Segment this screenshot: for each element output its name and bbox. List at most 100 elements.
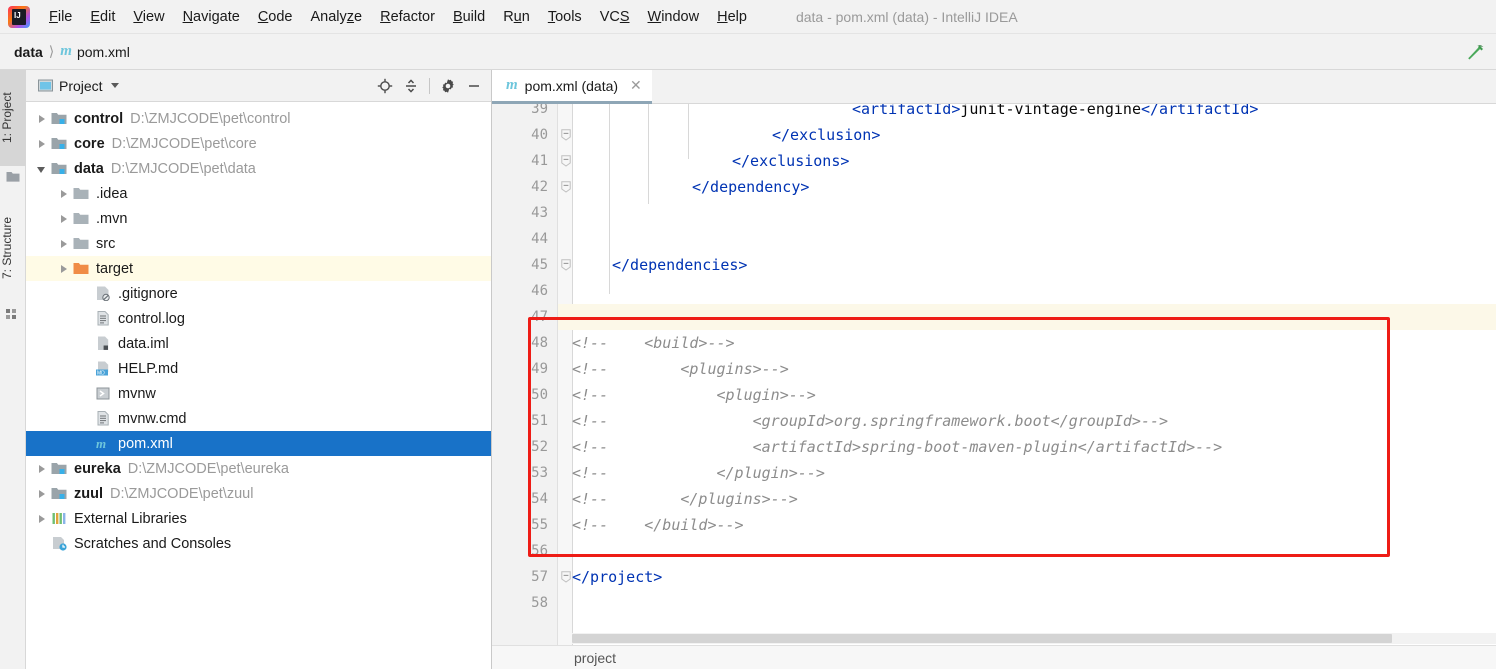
tree-item-external-libraries[interactable]: External Libraries — [26, 506, 491, 531]
code-line[interactable]: 51 <!-- <groupId>org.springframework.boot… — [492, 408, 1496, 434]
menu-item-tools[interactable]: Tools — [539, 6, 591, 28]
code-text: <!-- <plugins>--> — [572, 356, 789, 382]
horizontal-scrollbar-track[interactable] — [572, 633, 1496, 644]
code-token-comment: <!-- <artifactId>spring-boot-maven-plugi… — [572, 438, 1223, 456]
tree-item-scratches-and-consoles[interactable]: Scratches and Consoles — [26, 531, 491, 556]
fold-marker-icon[interactable] — [561, 181, 571, 193]
fold-marker-icon[interactable] — [561, 259, 571, 271]
tree-item-label: .mvn — [96, 210, 128, 227]
chevron-right-icon[interactable] — [36, 113, 48, 125]
minimize-icon[interactable] — [463, 75, 485, 97]
editor-breadcrumb-bar[interactable]: project — [492, 645, 1496, 669]
code-line[interactable]: 44 — [492, 226, 1496, 252]
code-text: </exclusion> — [772, 122, 880, 148]
close-icon[interactable]: ✕ — [630, 77, 642, 94]
menu-item-window[interactable]: Window — [639, 6, 709, 28]
tree-arrow-spacer — [80, 313, 92, 325]
menu-item-build[interactable]: Build — [444, 6, 494, 28]
code-line[interactable]: 53 <!-- </plugin>--> — [492, 460, 1496, 486]
chevron-right-icon[interactable] — [58, 263, 70, 275]
sidebar-item-project[interactable]: 1: Project — [0, 70, 26, 166]
code-line[interactable]: 41 </exclusions> — [492, 148, 1496, 174]
fold-marker-icon[interactable] — [561, 571, 571, 583]
structure-icon — [6, 309, 16, 319]
code-line[interactable]: 57 </project> — [492, 564, 1496, 590]
code-line[interactable]: 55 <!-- </build>--> — [492, 512, 1496, 538]
tree-item-label: target — [96, 260, 134, 277]
tree-item-control[interactable]: control D:\ZMJCODE\pet\control — [26, 106, 491, 131]
tree-item-src[interactable]: src — [26, 231, 491, 256]
fold-marker-icon[interactable] — [561, 155, 571, 167]
menu-item-help[interactable]: Help — [708, 6, 756, 28]
code-line[interactable]: 45 </dependencies> — [492, 252, 1496, 278]
chevron-right-icon[interactable] — [58, 238, 70, 250]
tree-item-mvnw-cmd[interactable]: mvnw.cmd — [26, 406, 491, 431]
chevron-right-icon[interactable] — [58, 213, 70, 225]
tree-item-eureka[interactable]: eureka D:\ZMJCODE\pet\eureka — [26, 456, 491, 481]
code-line[interactable]: 50 <!-- <plugin>--> — [492, 382, 1496, 408]
menu-item-analyze[interactable]: Analyze — [302, 6, 372, 28]
chevron-right-icon[interactable] — [36, 138, 48, 150]
code-token-comment: <!-- </build>--> — [572, 516, 744, 534]
tree-item-data-iml[interactable]: data.iml — [26, 331, 491, 356]
tree-item-zuul[interactable]: zuul D:\ZMJCODE\pet\zuul — [26, 481, 491, 506]
chevron-right-icon[interactable] — [58, 188, 70, 200]
menu-item-file[interactable]: File — [40, 6, 81, 28]
tree-item-gitignore[interactable]: .gitignore — [26, 281, 491, 306]
tree-item-mvnw[interactable]: mvnw — [26, 381, 491, 406]
collapse-all-icon[interactable] — [400, 75, 422, 97]
code-line[interactable]: 56 — [492, 538, 1496, 564]
menu-item-navigate[interactable]: Navigate — [174, 6, 249, 28]
chevron-right-icon[interactable] — [36, 463, 48, 475]
shell-script-icon — [96, 387, 110, 400]
menu-item-vcs[interactable]: VCS — [591, 6, 639, 28]
locate-icon[interactable] — [374, 75, 396, 97]
tree-item-core[interactable]: core D:\ZMJCODE\pet\core — [26, 131, 491, 156]
chevron-down-icon[interactable] — [36, 163, 48, 175]
code-line[interactable]: 49 <!-- <plugins>--> — [492, 356, 1496, 382]
breadcrumb-item-project[interactable]: data — [14, 44, 43, 60]
editor-tab-pom-xml[interactable]: m pom.xml (data) ✕ — [492, 70, 652, 104]
code-line[interactable]: 39 <artifactId>junit-vintage-engine</arti… — [492, 104, 1496, 122]
menu-item-code[interactable]: Code — [249, 6, 302, 28]
tree-item-target[interactable]: target — [26, 256, 491, 281]
scratches-icon — [53, 537, 67, 551]
tree-item-label: core — [74, 135, 105, 152]
tree-item-data[interactable]: data D:\ZMJCODE\pet\data — [26, 156, 491, 181]
code-line[interactable]: 47 — [492, 304, 1496, 330]
code-line[interactable]: 43 — [492, 200, 1496, 226]
chevron-down-icon[interactable] — [110, 83, 119, 88]
code-line[interactable]: 48 <!-- <build>--> — [492, 330, 1496, 356]
chevron-right-icon[interactable] — [36, 488, 48, 500]
menu-item-refactor[interactable]: Refactor — [371, 6, 444, 28]
tree-item-help-md[interactable]: MD HELP.md — [26, 356, 491, 381]
menu-item-edit[interactable]: Edit — [81, 6, 124, 28]
tree-item-control-log[interactable]: control.log — [26, 306, 491, 331]
hammer-icon[interactable] — [1464, 42, 1486, 62]
menu-item-view[interactable]: View — [124, 6, 173, 28]
breadcrumb-item-file[interactable]: m pom.xml — [60, 43, 130, 60]
code-line[interactable]: 52 <!-- <artifactId>spring-boot-maven-plu… — [492, 434, 1496, 460]
intellij-idea-logo-icon — [8, 5, 30, 28]
horizontal-scrollbar-thumb[interactable] — [572, 634, 1392, 643]
tree-item-pom-xml[interactable]: m pom.xml — [26, 431, 491, 456]
sidebar-item-structure[interactable]: 7: Structure — [0, 192, 26, 304]
code-line[interactable]: 54 <!-- </plugins>--> — [492, 486, 1496, 512]
svg-text:m: m — [96, 436, 106, 451]
code-line[interactable]: 40 </exclusion> — [492, 122, 1496, 148]
project-tree[interactable]: control D:\ZMJCODE\pet\control core D:\ZMJC… — [26, 102, 491, 669]
menu-item-run[interactable]: Run — [494, 6, 539, 28]
tree-item-mvn[interactable]: .mvn — [26, 206, 491, 231]
code-line[interactable]: 42 </dependency> — [492, 174, 1496, 200]
editor-tab-label: pom.xml (data) — [524, 77, 619, 94]
tree-item-idea[interactable]: .idea — [26, 181, 491, 206]
editor-area: m pom.xml (data) ✕ 39 <artifactId>junit-v… — [492, 70, 1496, 669]
chevron-right-icon[interactable] — [36, 513, 48, 525]
line-number: 42 — [531, 179, 548, 195]
code-line[interactable]: 58 — [492, 590, 1496, 616]
fold-marker-icon[interactable] — [561, 129, 571, 141]
code-line[interactable]: 46 — [492, 278, 1496, 304]
code-editor[interactable]: 39 <artifactId>junit-vintage-engine</arti… — [492, 104, 1496, 669]
window-title: data - pom.xml (data) - IntelliJ IDEA — [795, 8, 1018, 25]
gear-icon[interactable] — [437, 75, 459, 97]
